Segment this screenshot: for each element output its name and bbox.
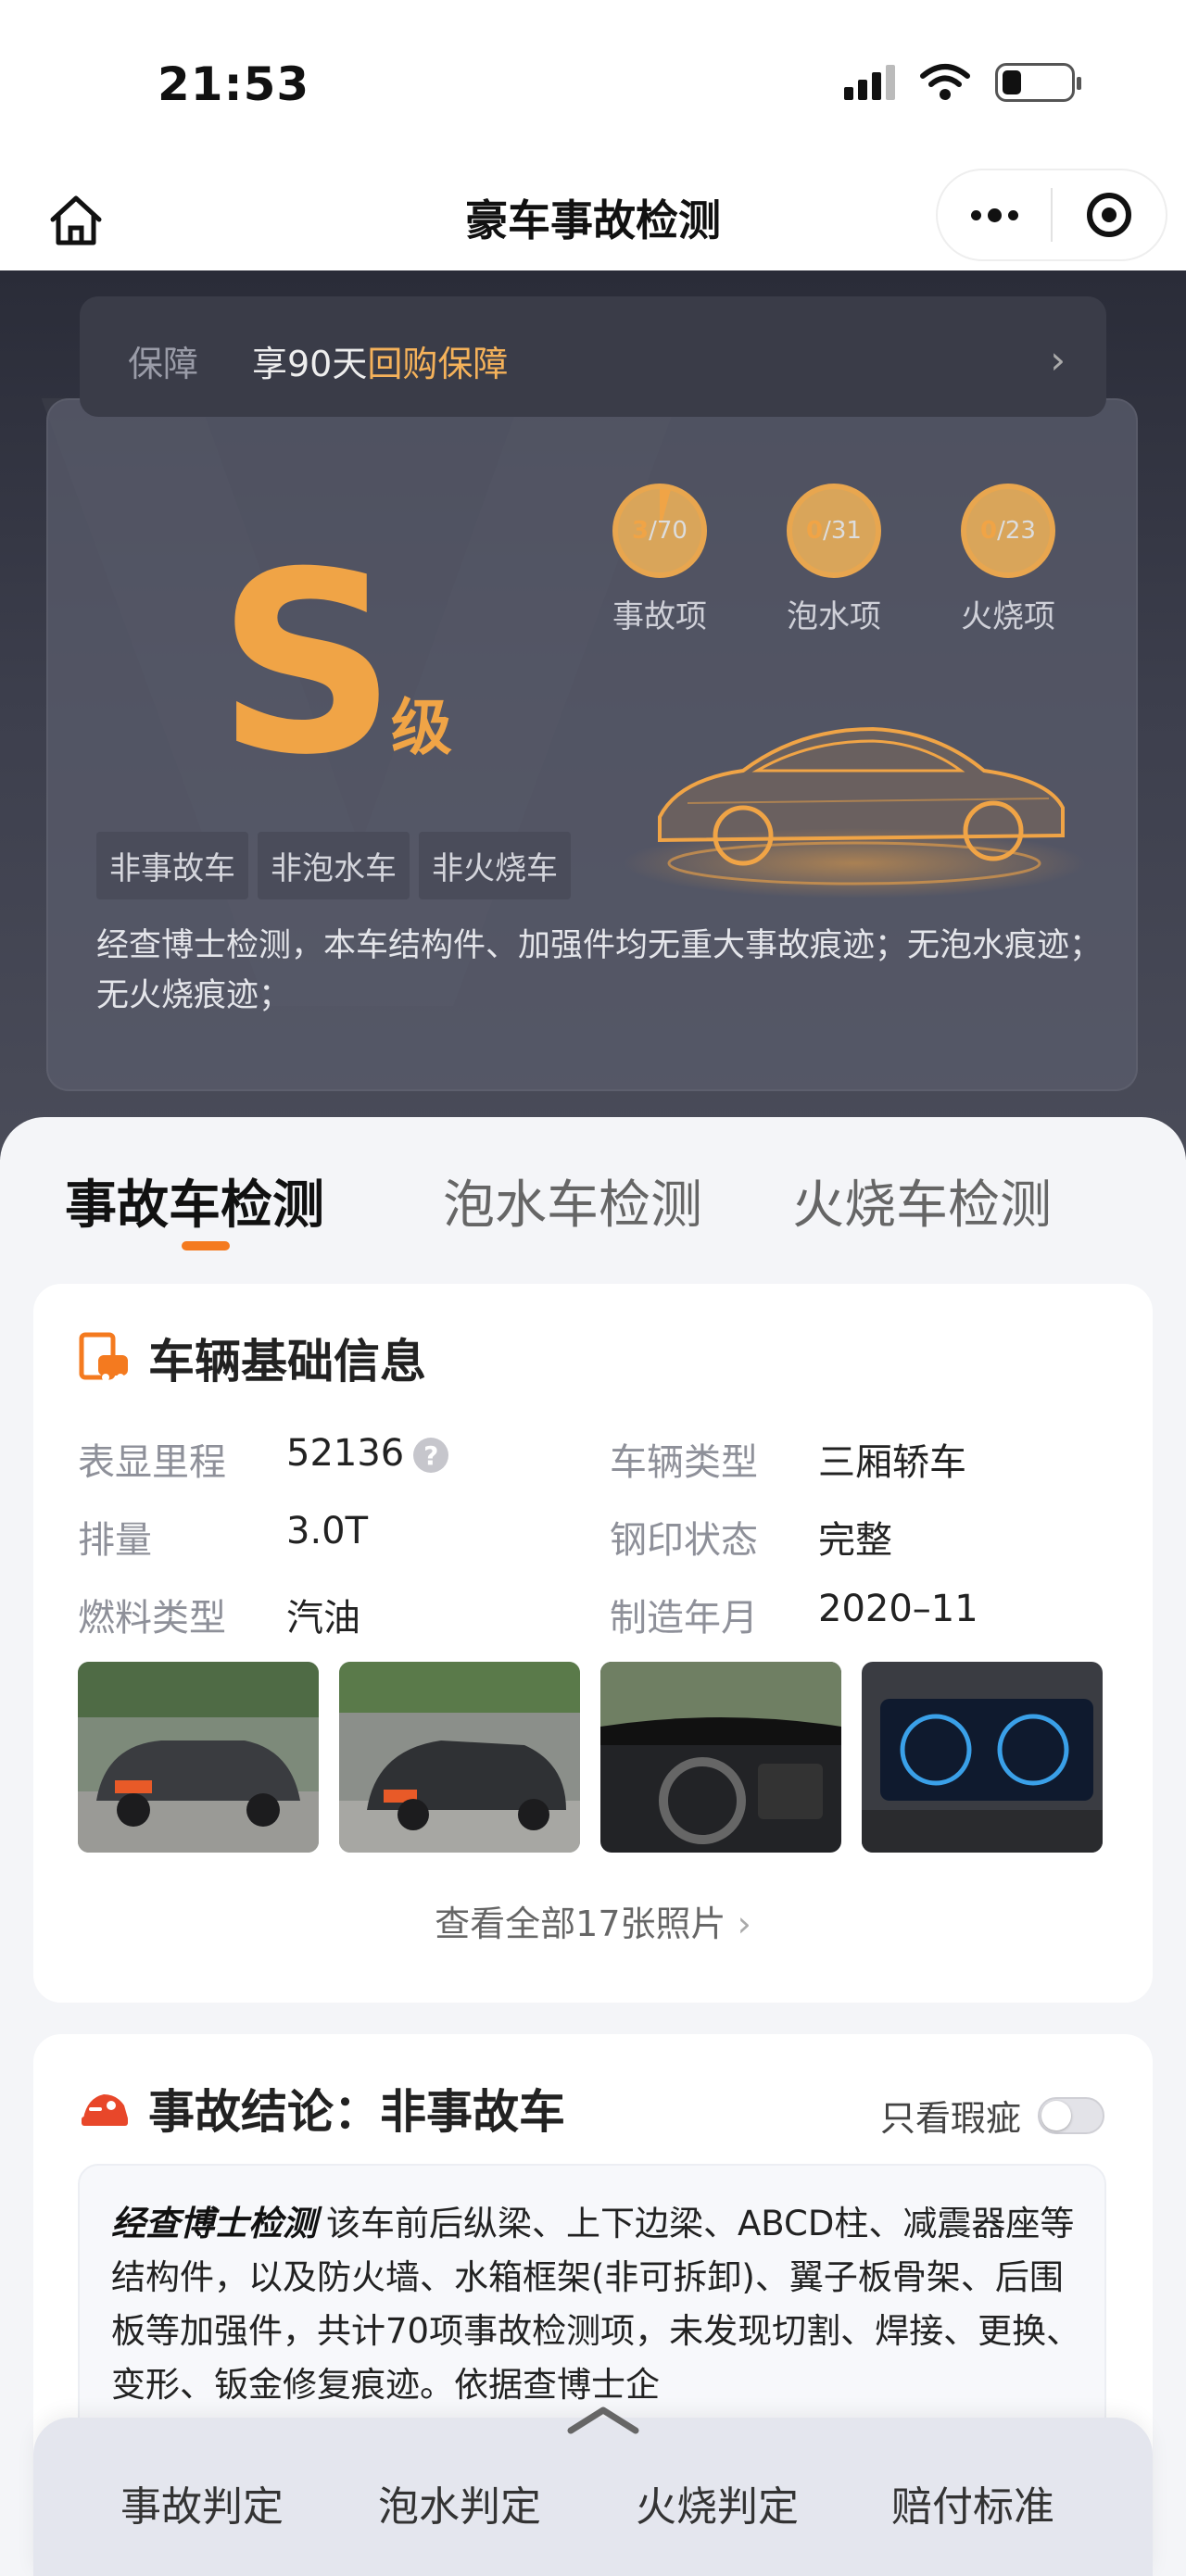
tab-flood-check[interactable]: 泡水车检测 [443,1163,702,1238]
vehicle-photo[interactable] [600,1662,841,1853]
defects-only-filter: 只看瑕疵 [880,2090,1104,2141]
active-tab-indicator [182,1241,230,1250]
grade-card: S 级 3/70 事故项 0/31 泡水项 0/23 火烧项 非事故车 非泡水车… [46,398,1138,1091]
detail-sheet: 事故车检测 泡水车检测 火烧车检测 车辆基础信息 表显里程 52136? 车辆类… [0,1117,1186,2576]
battery-icon [995,63,1081,102]
info-fuel-type: 燃料类型 汽油 [78,1597,360,1640]
stat-label: 泡水项 [787,598,881,635]
grade-letter: S [217,518,397,810]
wifi-icon [920,64,970,100]
grade-suffix: 级 [391,692,452,763]
info-manufacture-date: 制造年月 2020–11 [610,1588,978,1640]
guarantee-banner[interactable]: 保障 享90天回购保障 › [80,296,1106,417]
accident-car-icon [82,2094,128,2126]
conclusion-text: 经查博士检测 该车前后纵梁、上下边梁、ABCD柱、减震器座等结构件，以及防火墙、水… [111,2204,1081,2405]
target-icon [1087,193,1131,237]
more-icon [970,207,1018,222]
tag-no-accident: 非事故车 [96,832,248,899]
guarantee-text: 享90天回购保障 [252,344,509,384]
nav-flood-judgement[interactable]: 泡水判定 [378,2473,541,2532]
chevron-right-icon: › [1050,337,1066,383]
progress-ring: 0/23 [961,484,1055,578]
miniapp-capsule [936,169,1167,261]
section-nav-bar: 事故判定 泡水判定 火烧判定 赔付标准 [33,2406,1153,2576]
nav-compensation-standard[interactable]: 赔付标准 [891,2473,1054,2532]
stat-flood[interactable]: 0/31 泡水项 [769,484,899,636]
brand-logo: 经查博士检测 [111,2204,317,2243]
basic-info-card: 车辆基础信息 表显里程 52136? 车辆类型 三厢轿车 排量 3.0T 钢印状… [33,1284,1153,2003]
tag-list: 非事故车 非泡水车 非火烧车 [96,832,571,899]
tag-no-fire: 非火烧车 [419,832,571,899]
car-illustration [623,726,1086,898]
vehicle-photo[interactable] [78,1662,319,1853]
tab-fire-check[interactable]: 火烧车检测 [792,1163,1052,1238]
help-icon[interactable]: ? [413,1438,449,1473]
vehicle-photo[interactable] [339,1662,580,1853]
info-vehicle-type: 车辆类型 三厢轿车 [610,1441,966,1484]
card-title: 车辆基础信息 [78,1325,426,1391]
defects-only-toggle[interactable] [1038,2096,1104,2134]
card-title: 事故结论：非事故车 [78,2075,565,2142]
more-button[interactable] [938,170,1051,259]
chevron-right-icon: › [737,1904,751,1944]
nav-accident-judgement[interactable]: 事故判定 [120,2473,284,2532]
photo-strip [78,1662,1103,1853]
stat-label: 事故项 [612,598,707,635]
stat-fire[interactable]: 0/23 火烧项 [943,484,1073,636]
progress-ring: 0/31 [787,484,881,578]
report-summary: V S 级 3/70 事故项 0/31 泡水项 0/23 火烧项 [0,270,1186,1160]
info-displacement: 排量 3.0T [78,1510,369,1562]
status-icons [844,63,1081,102]
vehicle-photo[interactable] [862,1662,1103,1853]
summary-description: 经查博士检测，本车结构件、加强件均无重大事故痕迹；无泡水痕迹；无火烧痕迹； [96,927,1103,1014]
tab-bar: 事故车检测 泡水车检测 火烧车检测 [0,1117,1186,1250]
view-all-photos-link[interactable]: 查看全部17张照片 › [33,1895,1153,1946]
nav-bar: 豪车事故检测 [0,167,1186,270]
status-bar: 21:53 [0,0,1186,167]
tag-no-flood: 非泡水车 [258,832,410,899]
stat-accident[interactable]: 3/70 事故项 [595,484,725,636]
car-document-icon [79,1332,128,1381]
nav-fire-judgement[interactable]: 火烧判定 [636,2473,799,2532]
info-mileage: 表显里程 52136? [78,1432,449,1486]
stat-label: 火烧项 [961,598,1055,635]
chevron-up-icon[interactable] [561,2401,645,2438]
progress-ring: 3/70 [612,484,707,578]
close-miniapp-button[interactable] [1053,170,1166,259]
tab-accident-check[interactable]: 事故车检测 [65,1163,324,1238]
info-stamp-status: 钢印状态 完整 [610,1519,892,1562]
status-time: 21:53 [158,57,310,111]
guarantee-label: 保障 [128,344,199,384]
signal-icon [844,65,895,100]
toggle-label: 只看瑕疵 [879,2098,1021,2139]
